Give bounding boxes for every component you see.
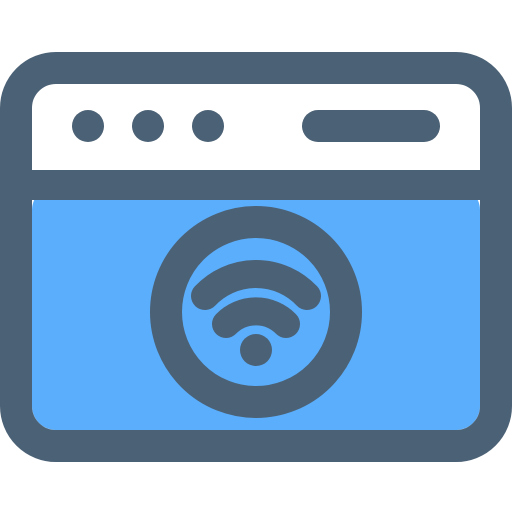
browser-window-wifi-icon	[0, 52, 512, 462]
address-bar-pill	[302, 110, 440, 142]
browser-wifi-illustration	[0, 0, 512, 512]
titlebar-dot	[192, 110, 224, 142]
wifi-dot-icon	[240, 334, 272, 366]
titlebar-dot	[72, 110, 104, 142]
titlebar-divider	[16, 170, 496, 200]
wifi-middle-arc-icon	[212, 297, 300, 338]
titlebar-dot	[132, 110, 164, 142]
